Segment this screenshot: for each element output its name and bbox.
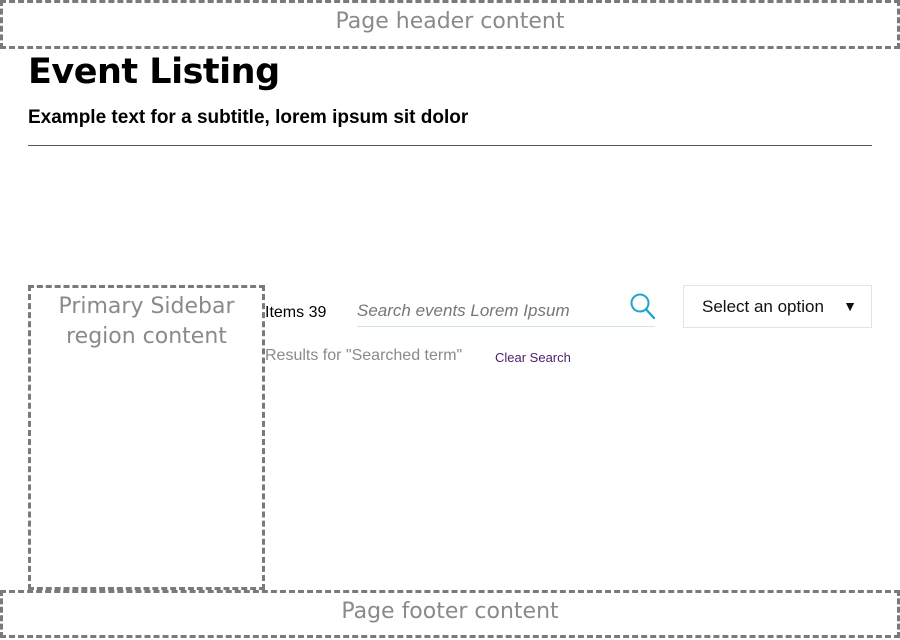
clear-search-link[interactable]: Clear Search	[495, 350, 571, 365]
items-count: Items 39	[265, 304, 326, 322]
page-header-label: Page header content	[335, 9, 565, 34]
chevron-down-icon: ▼	[843, 298, 857, 314]
items-value: 39	[308, 304, 327, 321]
page-title: Event Listing	[28, 52, 280, 92]
divider	[28, 145, 872, 146]
search-input[interactable]	[357, 298, 617, 324]
page-footer-label: Page footer content	[341, 599, 559, 624]
primary-sidebar-region: Primary Sidebar region content	[28, 285, 265, 590]
select-value: Select an option	[702, 297, 824, 316]
search-icon[interactable]	[629, 292, 657, 322]
items-label: Items	[265, 304, 305, 321]
search-field	[357, 292, 657, 327]
sidebar-label-line1: Primary Sidebar	[58, 294, 235, 319]
page-subtitle: Example text for a subtitle, lorem ipsum…	[28, 107, 469, 128]
page-header-region: Page header content	[0, 0, 900, 49]
page-footer-region: Page footer content	[0, 590, 900, 638]
option-select[interactable]: Select an option ▼	[683, 285, 872, 328]
results-summary: Results for "Searched term"	[265, 347, 463, 364]
sidebar-label-line2: region content	[66, 324, 227, 349]
